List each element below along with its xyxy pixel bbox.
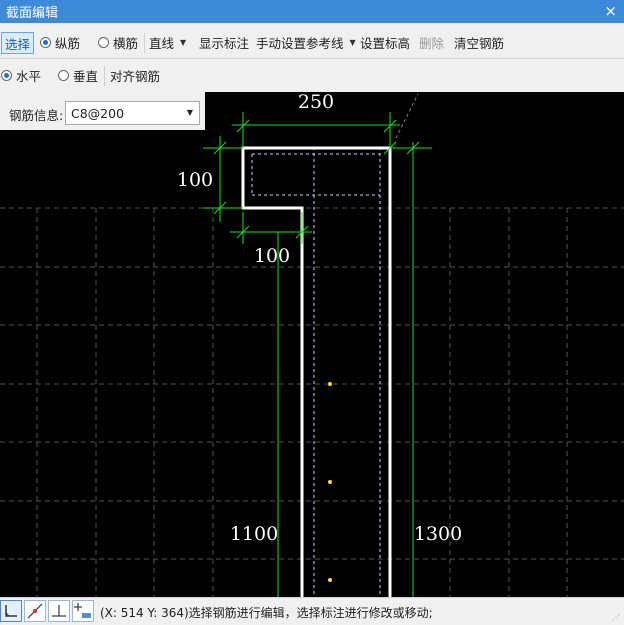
- rebar-info-select[interactable]: C8@200 ▼: [65, 101, 200, 125]
- rebar-info-label: 钢筋信息:: [9, 108, 64, 123]
- toolbar-divider: [144, 33, 145, 53]
- title-bar: 截面编辑 ×: [0, 0, 624, 23]
- secondary-toolbar: 水平 垂直 对齐钢筋: [0, 60, 624, 91]
- grid-lines: [0, 207, 624, 597]
- dim-left-100[interactable]: 100: [177, 169, 213, 191]
- line-dropdown[interactable]: 直线 ▼: [149, 27, 186, 58]
- status-text: (X: 514 Y: 364)选择钢筋进行编辑，选择标注进行修改或移动;: [100, 606, 433, 620]
- drawing-canvas[interactable]: 250 100 100 1100 1300 钢筋信息: C8@200 ▼: [0, 92, 624, 597]
- delete-button[interactable]: 删除: [419, 27, 444, 58]
- dim-inner-100[interactable]: 100: [254, 245, 290, 267]
- set-elevation-button[interactable]: 设置标高: [360, 27, 410, 58]
- dim-left-1100[interactable]: 1100: [230, 523, 278, 545]
- add-point-icon[interactable]: [72, 600, 94, 622]
- perpendicular-snap-icon[interactable]: [48, 600, 70, 622]
- radio-off-icon: [58, 70, 69, 81]
- diagonal-snap-icon[interactable]: [24, 600, 46, 622]
- dim-right-1300[interactable]: 1300: [414, 523, 462, 545]
- align-rebar-button[interactable]: 对齐钢筋: [110, 60, 160, 91]
- radio-vertical-label: 垂直: [73, 69, 99, 84]
- rebar-info-value: C8@200: [71, 105, 125, 121]
- radio-horizontal-label: 水平: [16, 69, 42, 84]
- manual-reference-dropdown[interactable]: 手动设置参考线 ▼: [256, 27, 356, 58]
- manual-reference-label: 手动设置参考线: [256, 36, 344, 51]
- line-label: 直线: [149, 36, 175, 51]
- close-icon[interactable]: ×: [604, 2, 617, 20]
- radio-on-icon: [1, 70, 12, 81]
- dim-top-250[interactable]: 250: [298, 92, 334, 113]
- radio-horizontal[interactable]: 水平: [1, 60, 41, 91]
- window-title: 截面编辑: [6, 6, 59, 21]
- chevron-down-icon: ▼: [186, 108, 193, 117]
- reference-line: [395, 93, 419, 139]
- clear-rebar-button[interactable]: 清空钢筋: [454, 27, 504, 58]
- chevron-down-icon: ▼: [349, 38, 356, 47]
- resize-grip-icon[interactable]: ⋰: [612, 613, 620, 622]
- chevron-down-icon: ▼: [180, 38, 187, 47]
- select-button[interactable]: 选择: [1, 32, 35, 54]
- toolbar-divider: [104, 66, 105, 86]
- radio-off-icon: [98, 37, 109, 48]
- rebar-info-panel: 钢筋信息: C8@200 ▼: [0, 92, 205, 130]
- section-drawing: 250 100 100 1100 1300: [0, 92, 624, 597]
- show-dimension-button[interactable]: 显示标注: [199, 27, 249, 58]
- radio-on-icon: [40, 37, 51, 48]
- radio-longitudinal-label: 纵筋: [55, 36, 81, 51]
- main-toolbar: 选择 纵筋 横筋 直线 ▼ 显示标注 手动设置参考线 ▼ 设置标高 删除 清空钢…: [0, 27, 624, 59]
- rebar-nodes: [328, 382, 332, 582]
- radio-vertical[interactable]: 垂直: [58, 60, 98, 91]
- radio-longitudinal[interactable]: 纵筋: [40, 27, 80, 58]
- radio-transverse-label: 横筋: [113, 36, 139, 51]
- ortho-mode-icon[interactable]: [0, 600, 22, 622]
- status-bar: (X: 514 Y: 364)选择钢筋进行编辑，选择标注进行修改或移动; ⋰: [0, 597, 624, 625]
- radio-transverse[interactable]: 横筋: [98, 27, 138, 58]
- section-edit-window: 截面编辑 × 选择 纵筋 横筋 直线 ▼ 显示标注 手动设置参考线 ▼ 设置标高…: [0, 0, 624, 625]
